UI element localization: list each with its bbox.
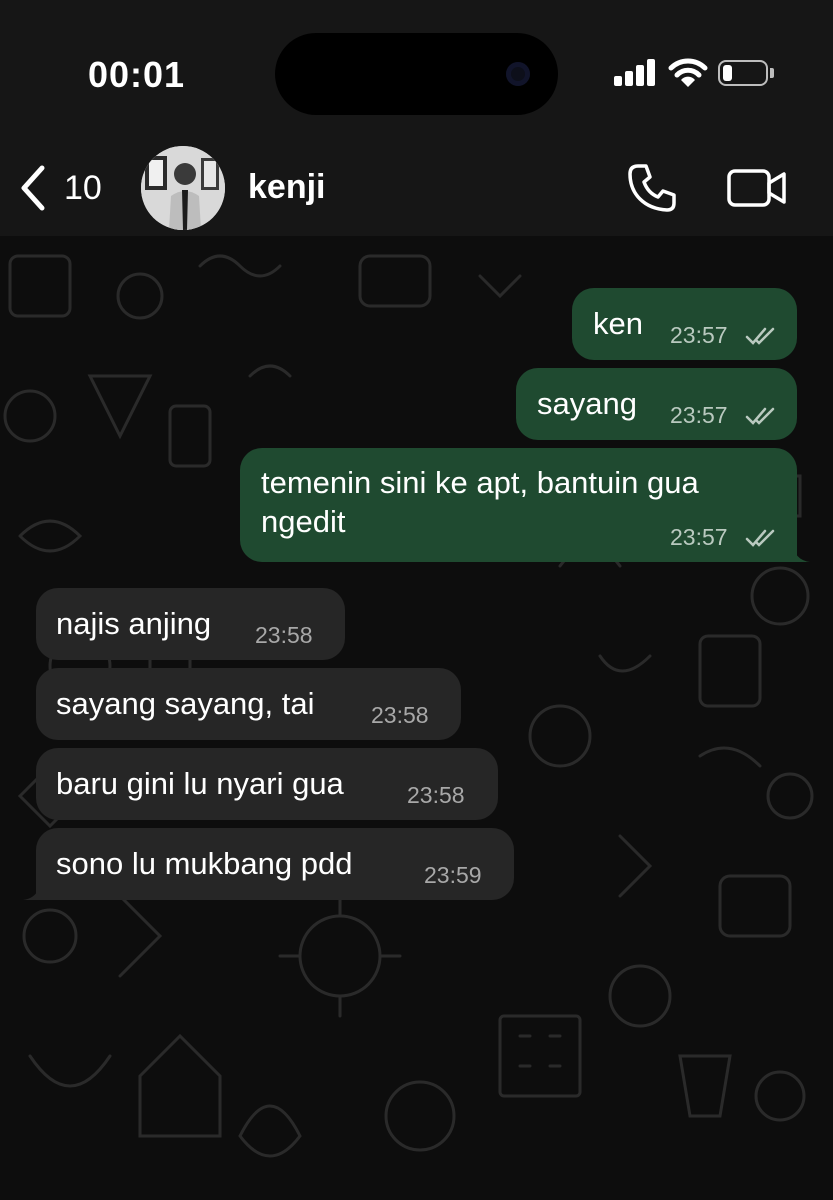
bubble-tail-incoming — [23, 880, 41, 900]
message-bubble-incoming[interactable]: sayang sayang, tai 23:58 — [36, 668, 461, 740]
message-time: 23:58 — [407, 782, 465, 808]
double-check-icon — [745, 529, 775, 547]
message-text: najis anjing — [56, 606, 212, 641]
chat-area[interactable]: ken 23:57 sayang 23:57 temenin sini ke a… — [0, 236, 833, 1200]
message-bubble-outgoing[interactable]: sayang 23:57 — [516, 368, 797, 440]
double-check-icon — [745, 407, 775, 425]
contact-name[interactable]: kenji — [248, 168, 325, 207]
status-time: 00:01 — [88, 54, 186, 95]
message-time: 23:57 — [670, 524, 728, 550]
status-bar: 00:01 — [0, 0, 833, 140]
message-time: 23:59 — [424, 862, 482, 888]
battery-icon — [718, 60, 768, 86]
message-text: ken — [593, 306, 643, 341]
double-check-icon — [745, 327, 775, 345]
message-text-line-2: ngedit — [261, 504, 346, 539]
message-text: sono lu mukbang pdd — [56, 846, 353, 881]
dynamic-island — [275, 33, 558, 115]
video-camera-icon[interactable] — [726, 166, 788, 210]
message-text: sayang sayang, tai — [56, 686, 315, 721]
avatar[interactable] — [141, 146, 225, 230]
message-time: 23:57 — [670, 322, 728, 348]
bubble-tail-outgoing — [792, 542, 810, 562]
wifi-icon — [668, 58, 708, 87]
message-bubble-outgoing[interactable]: temenin sini ke apt, bantuin gua ngedit … — [240, 448, 797, 562]
message-time: 23:57 — [670, 402, 728, 428]
message-bubble-incoming[interactable]: najis anjing 23:58 — [36, 588, 345, 660]
phone-icon[interactable] — [626, 162, 678, 214]
message-text-line-1: temenin sini ke apt, bantuin gua — [261, 465, 699, 500]
message-text: sayang — [537, 386, 637, 421]
chat-header: 10 kenji — [0, 140, 833, 236]
back-chevron-icon — [21, 165, 45, 211]
message-bubble-incoming[interactable]: sono lu mukbang pdd 23:59 — [36, 828, 514, 900]
front-camera — [506, 62, 530, 86]
message-time: 23:58 — [371, 702, 429, 728]
battery-nub — [770, 68, 774, 78]
message-time: 23:58 — [255, 622, 313, 648]
back-button[interactable]: 10 — [18, 160, 102, 216]
message-bubble-outgoing[interactable]: ken 23:57 — [572, 288, 797, 360]
message-bubble-incoming[interactable]: baru gini lu nyari gua 23:58 — [36, 748, 498, 820]
avatar-photo — [141, 146, 225, 230]
message-text: baru gini lu nyari gua — [56, 766, 344, 801]
unread-count: 10 — [64, 168, 102, 207]
signal-icon — [614, 58, 658, 86]
